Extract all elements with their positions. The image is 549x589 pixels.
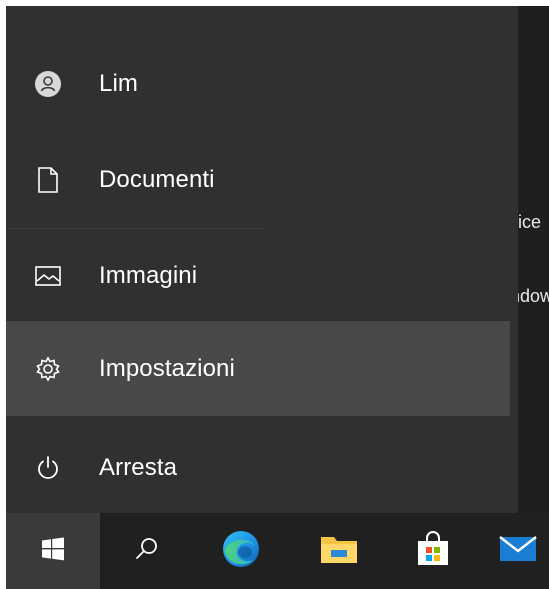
document-icon xyxy=(34,166,62,194)
store-icon xyxy=(415,530,451,572)
start-menu: Lim Documenti Immagini Impostazioni Arre… xyxy=(6,6,518,513)
start-menu-item-power[interactable]: Arresta xyxy=(6,436,510,500)
mail-icon xyxy=(498,534,538,569)
power-icon xyxy=(34,454,62,482)
background-window: ice ndow xyxy=(518,6,549,513)
start-menu-item-pictures[interactable]: Immagini xyxy=(6,244,510,308)
start-menu-item-label: Documenti xyxy=(99,166,215,193)
background-window-text: ndow xyxy=(518,286,549,306)
store-taskbar-button[interactable] xyxy=(386,513,480,589)
start-menu-item-label: Arresta xyxy=(99,454,178,481)
edge-taskbar-button[interactable] xyxy=(194,513,288,589)
start-menu-item-settings[interactable]: Impostazioni xyxy=(6,321,510,416)
start-menu-item-label: Lim xyxy=(99,70,138,97)
search-icon xyxy=(134,536,160,567)
windows-logo-icon xyxy=(41,537,65,566)
pictures-icon xyxy=(34,262,62,290)
mail-taskbar-button[interactable] xyxy=(494,513,549,589)
user-avatar-icon xyxy=(34,70,62,98)
start-menu-item-label: Impostazioni xyxy=(99,354,235,382)
screen-frame: Lim Documenti Immagini Impostazioni Arre… xyxy=(6,6,549,589)
start-button[interactable] xyxy=(6,513,100,589)
taskbar xyxy=(6,513,549,589)
menu-divider xyxy=(6,228,266,229)
start-menu-item-documents[interactable]: Documenti xyxy=(6,148,510,212)
background-window-text: ice xyxy=(518,212,542,232)
start-menu-item-label: Immagini xyxy=(99,262,198,289)
start-menu-item-user[interactable]: Lim xyxy=(6,52,510,116)
gear-icon xyxy=(34,355,62,383)
search-button[interactable] xyxy=(100,513,194,589)
file-explorer-taskbar-button[interactable] xyxy=(292,513,386,589)
edge-browser-icon xyxy=(221,529,261,574)
folder-icon xyxy=(319,532,359,571)
